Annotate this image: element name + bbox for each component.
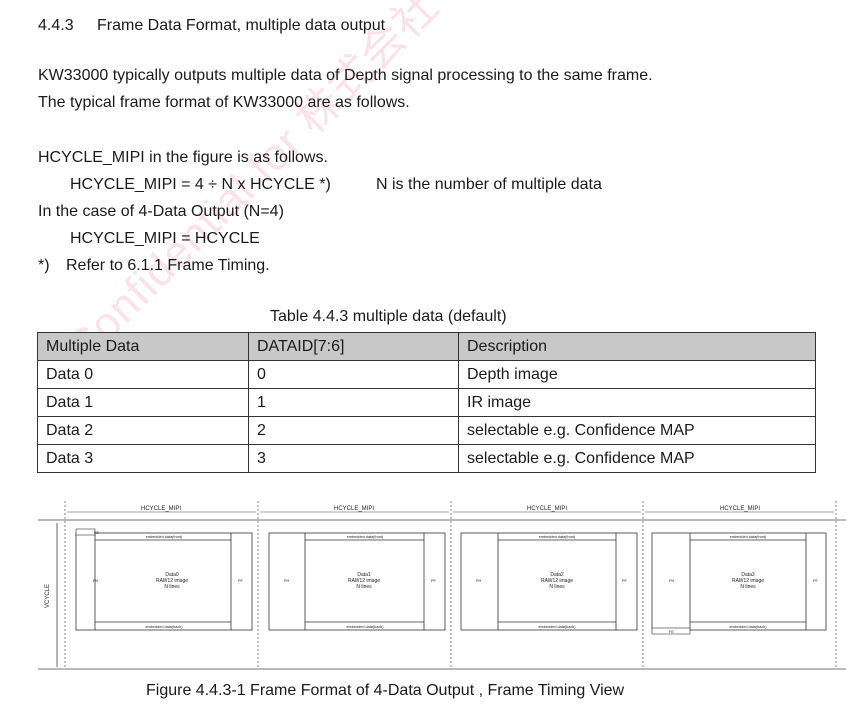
pf-label: PF	[431, 579, 437, 583]
data-block-1: embedded data(front) embedded data(back)…	[268, 532, 446, 631]
hcycle-label: HCYCLE_MIPI	[720, 506, 760, 512]
embedded-back-label: embedded data(back)	[146, 625, 184, 629]
table-cell: IR image	[458, 388, 816, 417]
data-block-3: FE embedded data(front) embedded data(ba…	[651, 532, 827, 635]
data-block-0: FS embedded data(front) embedded data(ba…	[75, 528, 253, 631]
ph-label: PH	[669, 579, 675, 583]
table-cell: selectable e.g. Confidence MAP	[458, 416, 816, 445]
lines-label: N lines	[356, 584, 372, 590]
hcycle-label: HCYCLE_MIPI	[334, 506, 374, 512]
table-header-cell: Multiple Data	[37, 332, 249, 361]
pf-label: PF	[622, 579, 628, 583]
table-cell: Data 1	[37, 388, 249, 417]
table-cell: Data 0	[37, 360, 249, 389]
ph-label: PH	[93, 579, 99, 583]
pf-label: PF	[813, 579, 819, 583]
ph-label: PH	[284, 579, 290, 583]
section-number: 4.4.3	[38, 17, 74, 34]
table-row: Data 0 0 Depth image	[37, 360, 816, 389]
embedded-back-label: embedded data(back)	[539, 625, 577, 629]
paragraph-format: The typical frame format of KW33000 are …	[38, 94, 410, 111]
table-header-cell: DATAID[7:6]	[248, 332, 459, 361]
table-header-row: Multiple Data DATAID[7:6] Description	[37, 332, 816, 361]
formula-note: N is the number of multiple data	[376, 176, 602, 193]
lines-label: N lines	[740, 584, 756, 590]
ph-label: PH	[476, 579, 482, 583]
figure-caption: Figure 4.4.3-1 Frame Format of 4-Data Ou…	[146, 682, 625, 699]
hcycle-label: HCYCLE_MIPI	[141, 506, 181, 512]
table-caption: Table 4.4.3 multiple data (default)	[270, 308, 507, 325]
table-cell: 3	[248, 444, 459, 473]
table-cell: 0	[248, 360, 459, 389]
table-row: Data 1 1 IR image	[37, 388, 816, 417]
embedded-front-label: embedded data(front)	[730, 535, 767, 539]
cycle-separators	[64, 501, 837, 669]
hcycle-label: HCYCLE_MIPI	[527, 506, 567, 512]
table-cell: Depth image	[458, 360, 816, 389]
embedded-front-label: embedded data(front)	[539, 535, 576, 539]
lines-label: N lines	[164, 584, 180, 590]
embedded-front-label: embedded data(front)	[146, 535, 183, 539]
paragraph-intro: KW33000 typically outputs multiple data …	[38, 67, 653, 84]
table-row: Data 2 2 selectable e.g. Confidence MAP	[37, 416, 816, 445]
frame-format-diagram: VCYCLE HCYCLE_MIPI HCYCLE_MIPI HCYCLE_MI…	[38, 501, 846, 670]
footnote-mark: *)	[38, 257, 50, 274]
fs-label: FS	[94, 531, 99, 535]
data-block-2: embedded data(front) embedded data(back)…	[460, 532, 638, 631]
fe-label: FE	[669, 630, 674, 634]
table-cell: Data 3	[37, 444, 249, 473]
paragraph-hcycle: HCYCLE_MIPI in the figure is as follows.	[38, 149, 328, 166]
table-cell: selectable e.g. Confidence MAP	[458, 444, 816, 473]
vcycle-label: VCYCLE	[45, 584, 51, 608]
paragraph-case: In the case of 4-Data Output (N=4)	[38, 203, 284, 220]
table-row: Data 3 3 selectable e.g. Confidence MAP	[37, 444, 816, 473]
embedded-back-label: embedded data(back)	[347, 625, 385, 629]
table-header-cell: Description	[458, 332, 816, 361]
embedded-back-label: embedded data(back)	[730, 625, 768, 629]
formula-hcycle: HCYCLE_MIPI = 4 ÷ N x HCYCLE *)	[70, 176, 331, 193]
table-cell: Data 2	[37, 416, 249, 445]
section-title: Frame Data Format, multiple data output	[97, 17, 386, 34]
embedded-front-label: embedded data(front)	[347, 535, 384, 539]
multiple-data-table: Multiple Data DATAID[7:6] Description Da…	[37, 332, 816, 473]
lines-label: N lines	[549, 584, 565, 590]
formula-case: HCYCLE_MIPI = HCYCLE	[70, 230, 260, 247]
footnote-text: Refer to 6.1.1 Frame Timing.	[66, 257, 270, 274]
table-cell: 1	[248, 388, 459, 417]
table-cell: 2	[248, 416, 459, 445]
pf-label: PF	[238, 579, 244, 583]
